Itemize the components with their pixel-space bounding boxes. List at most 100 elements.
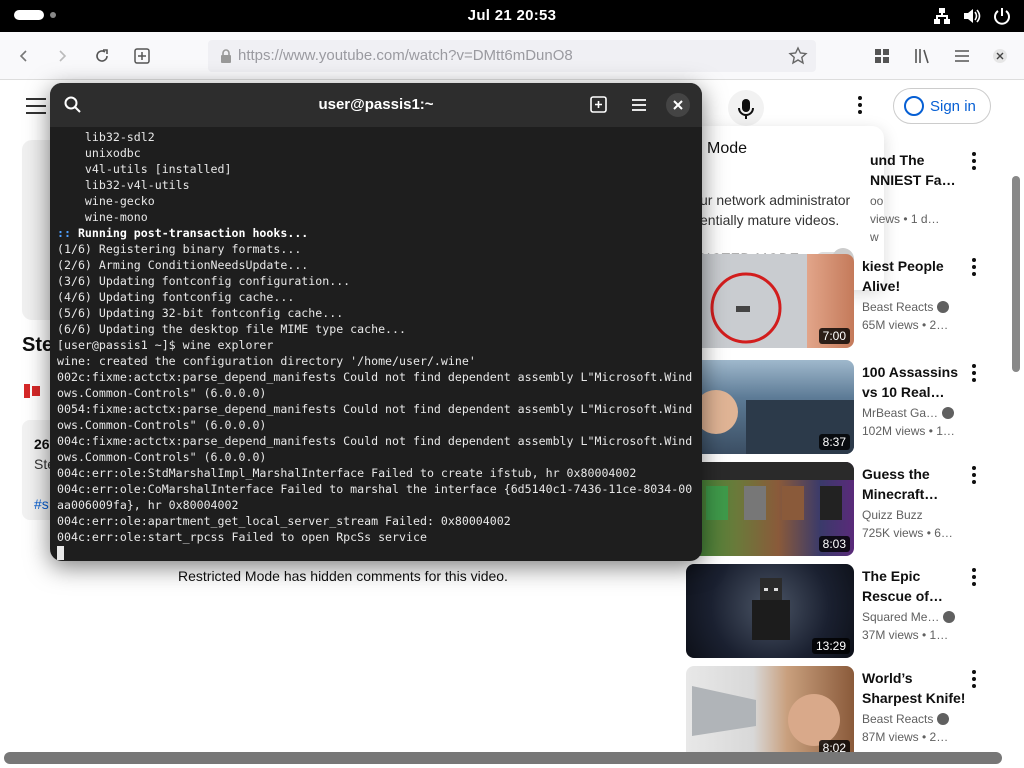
sign-in-button[interactable]: Sign in [893,88,991,124]
new-tab-icon[interactable] [589,95,609,115]
verified-icon [942,407,955,419]
terminal-line: 004c:fixme:actctx:parse_depend_manifests… [57,434,693,448]
terminal-line: [user@passis1 ~]$ wine explorer [57,338,274,352]
more-options-icon[interactable] [970,568,978,588]
extensions-button[interactable] [870,44,894,68]
restricted-mode-notice: Restricted Mode has hidden comments for … [178,568,508,584]
sidebar-video-channel[interactable]: Beast Reacts [862,300,950,314]
bookmark-star-icon[interactable] [788,46,808,66]
system-tray[interactable] [932,6,1012,26]
terminal-cursor [57,546,64,560]
voice-search-button[interactable] [728,90,764,126]
sidebar-video-views: 87M views • 2… [862,730,949,744]
page-horizontal-scrollbar[interactable] [4,752,1002,764]
close-icon [993,49,1007,63]
menu-button[interactable] [950,44,974,68]
terminal-line: 004c:err:ole:StdMarshalImpl_MarshalInter… [57,466,637,480]
sidebar-video-channel[interactable]: Quizz Buzz [862,508,923,522]
hamburger-menu-icon[interactable] [629,95,649,115]
microphone-icon [738,99,754,119]
sign-in-label: Sign in [930,97,976,115]
settings-more-icon[interactable] [856,96,876,120]
sidebar-video[interactable]: 7:00 kiest People Alive! Beast Reacts 65… [686,254,986,350]
terminal-line: v4l-utils [installed] [57,162,232,176]
more-options-icon[interactable] [970,258,978,278]
page-vertical-scrollbar[interactable] [1012,176,1020,372]
sidebar-video[interactable]: 8:37 100 Assassins vs 10 Real… MrBeast G… [686,360,986,456]
video-thumbnail[interactable]: 7:00 [686,254,854,348]
terminal-line: (4/6) Updating fontconfig cache... [57,290,295,304]
sidebar-video-title[interactable]: The Epic Rescue of… [862,566,966,606]
sidebar-video[interactable]: 8:03 Guess the Minecraft… Quizz Buzz 725… [686,462,986,558]
sidebar-video[interactable]: und The NNIEST Fa… oo views • 1 d… w [686,148,986,244]
clock[interactable]: Jul 21 20:53 [0,7,1024,24]
new-tab-button[interactable] [130,44,154,68]
more-options-icon[interactable] [970,466,978,486]
sidebar-video-views: 37M views • 1… [862,628,949,642]
sidebar-video[interactable]: 8:02 World’s Sharpest Knife! Beast React… [686,666,986,762]
new-tab-icon [134,48,150,64]
more-options-icon[interactable] [970,670,978,690]
terminal-line: wine: created the configuration director… [57,354,476,368]
terminal-line: 004c:err:ole:start_rpcss Failed to open … [57,530,427,544]
browser-toolbar: https://www.youtube.com/watch?v=DMtt6mDu… [0,32,1024,80]
terminal-line: (1/6) Registering binary formats... [57,242,302,256]
terminal-line: 004c:err:ole:apartment_get_local_server_… [57,514,511,528]
terminal-prompt-line[interactable] [57,545,697,561]
sidebar-video[interactable]: 13:29 The Epic Rescue of… Squared Me… 37… [686,564,986,660]
sidebar-video-title[interactable]: 100 Assassins vs 10 Real… [862,362,966,402]
video-duration: 7:00 [818,328,850,344]
terminal-line: lib32-sdl2 [57,130,155,144]
terminal-line: wine-mono [57,210,148,224]
verified-icon [943,611,956,623]
close-icon [673,100,683,110]
sidebar-video-title[interactable]: kiest People Alive! [862,256,966,296]
video-thumbnail[interactable]: 8:03 [686,462,854,556]
reload-button[interactable] [90,44,114,68]
sidebar-video-title[interactable]: Guess the Minecraft… [862,464,966,504]
more-options-icon[interactable] [970,152,978,172]
sidebar-video-channel[interactable]: Squared Me… [862,610,956,624]
more-options-icon[interactable] [970,364,978,384]
sidebar-video-views: 102M views • 1… [862,424,955,438]
verified-icon [937,301,950,313]
description-hashtag[interactable]: #s [34,496,49,512]
grid-icon [875,49,889,63]
url-bar[interactable]: https://www.youtube.com/watch?v=DMtt6mDu… [208,40,816,72]
terminal-line: ows.Common-Controls" (6.0.0.0) [57,450,267,464]
sidebar-video-channel[interactable]: oo [870,194,883,208]
video-thumbnail[interactable]: 8:37 [686,360,854,454]
terminal-line: (2/6) Arming ConditionNeedsUpdate... [57,258,309,272]
library-icon [915,49,929,64]
video-thumbnail[interactable]: 13:29 [686,564,854,658]
verified-icon [937,713,950,725]
terminal-line: aa006009fa}, hr 0x80004002 [57,498,239,512]
sidebar-video-views: 725K views • 6… [862,526,953,540]
terminal-close-button[interactable] [666,93,690,117]
terminal-line: ows.Common-Controls" (6.0.0.0) [57,386,267,400]
network-icon[interactable] [932,6,952,26]
terminal-window[interactable]: user@passis1:~ lib32-sdl2 unixodbc v4l-u… [50,83,702,561]
video-title: Ste [22,334,54,356]
volume-icon[interactable] [962,6,982,26]
sidebar-video-views: views • 1 d… [870,212,940,226]
hook-prefix: :: [57,226,71,240]
power-icon[interactable] [992,6,1012,26]
sidebar-video-title[interactable]: World’s Sharpest Knife! [862,668,966,708]
url-text[interactable]: https://www.youtube.com/watch?v=DMtt6mDu… [238,47,573,64]
sidebar-video-channel[interactable]: MrBeast Ga… [862,406,955,420]
forward-button[interactable] [50,44,74,68]
hook-text: Running post-transaction hooks... [70,226,309,240]
close-window-button[interactable] [988,44,1012,68]
library-button[interactable] [910,44,934,68]
youtube-menu-icon[interactable] [26,98,46,114]
back-arrow-icon [19,50,27,62]
back-button[interactable] [12,44,36,68]
terminal-header[interactable]: user@passis1:~ [50,83,702,127]
terminal-output[interactable]: lib32-sdl2 unixodbc v4l-utils [installed… [57,129,697,561]
terminal-line: (5/6) Updating 32-bit fontconfig cache..… [57,306,344,320]
video-thumbnail[interactable]: 8:02 [686,666,854,760]
lock-icon[interactable] [218,48,234,64]
sidebar-video-title[interactable]: und The NNIEST Fa… [870,150,974,190]
sidebar-video-channel[interactable]: Beast Reacts [862,712,950,726]
